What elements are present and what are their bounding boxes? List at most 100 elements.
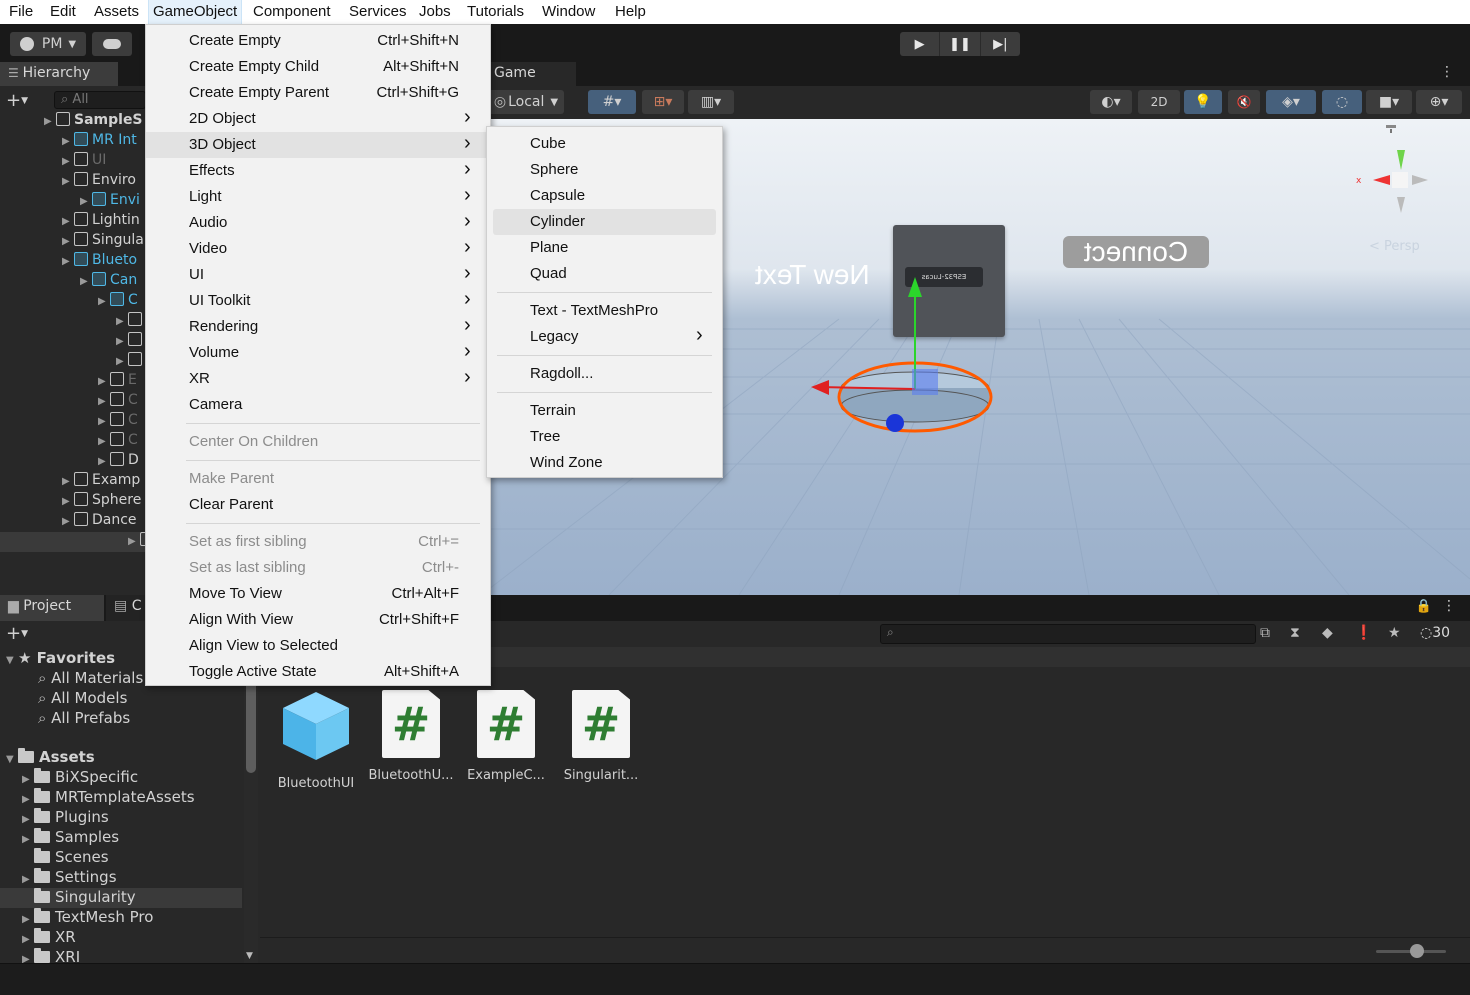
chevron-icon[interactable]: ▶: [128, 536, 140, 547]
menu-item-text-textmeshpro[interactable]: Text - TextMeshPro: [487, 298, 722, 324]
menu-item-xr[interactable]: XR ›: [146, 366, 490, 392]
warning-icon[interactable]: ❗: [1355, 625, 1372, 641]
chevron-icon[interactable]: ▶: [62, 496, 74, 507]
chevron-icon[interactable]: ▶: [62, 476, 74, 487]
hierarchy-item[interactable]: ▶ Sphere: [62, 492, 141, 512]
account-button[interactable]: PM ▼: [10, 32, 86, 56]
grid-snap-button[interactable]: #▾: [588, 90, 636, 114]
menu-item-audio[interactable]: Audio ›: [146, 210, 490, 236]
menu-item-legacy[interactable]: Legacy ›: [487, 324, 722, 350]
hierarchy-item[interactable]: ▶: [116, 352, 146, 372]
chevron-icon[interactable]: ▶: [62, 216, 74, 227]
menu-item-camera[interactable]: Camera: [146, 392, 490, 418]
increment-snap-button[interactable]: ⊞▾: [642, 90, 684, 114]
effects-toggle[interactable]: ◈▾: [1266, 90, 1316, 114]
hierarchy-item[interactable]: ▶ D: [98, 452, 139, 472]
script-asset[interactable]: # Singularit...: [556, 690, 646, 783]
tab-project[interactable]: ▆ Project: [0, 595, 104, 621]
menu-item-align-with-view[interactable]: Align With View Ctrl+Shift+F: [146, 607, 490, 633]
new-text-label[interactable]: New Text: [755, 259, 870, 291]
hierarchy-item[interactable]: ▶ SampleS: [44, 112, 143, 132]
create-asset-button[interactable]: +▼: [6, 623, 28, 644]
chevron-right-icon[interactable]: ▶: [22, 834, 34, 845]
chevron-right-icon[interactable]: ▶: [22, 774, 34, 785]
chevron-icon[interactable]: ▶: [62, 156, 74, 167]
chevron-right-icon[interactable]: ▶: [22, 814, 34, 825]
chevron-icon[interactable]: ▶: [98, 456, 110, 467]
menu-item-quad[interactable]: Quad: [487, 261, 722, 287]
script-asset[interactable]: # ExampleC...: [461, 690, 551, 783]
prefab-asset[interactable]: BluetoothUI: [271, 690, 361, 791]
menu-item-rendering[interactable]: Rendering ›: [146, 314, 490, 340]
chevron-icon[interactable]: ▶: [98, 376, 110, 387]
menu-assets[interactable]: Assets: [94, 3, 139, 20]
menu-item-tree[interactable]: Tree: [487, 424, 722, 450]
chevron-right-icon[interactable]: ▶: [22, 934, 34, 945]
hierarchy-item[interactable]: ▶ Singula: [62, 232, 144, 252]
menu-item-video[interactable]: Video ›: [146, 236, 490, 262]
project-search-input[interactable]: ⌕: [880, 624, 1256, 644]
chevron-icon[interactable]: ▶: [62, 176, 74, 187]
hierarchy-item[interactable]: ▶ C: [98, 392, 138, 412]
menu-item-move-to-view[interactable]: Move To View Ctrl+Alt+F: [146, 581, 490, 607]
chevron-icon[interactable]: ▶: [62, 256, 74, 267]
hierarchy-item[interactable]: ▶ E: [98, 372, 137, 392]
slider-handle[interactable]: [1410, 944, 1424, 958]
favorite-item[interactable]: ⌕ All Prefabs: [38, 709, 130, 729]
folder-item[interactable]: ▶ XR: [0, 928, 242, 948]
menu-item-capsule[interactable]: Capsule: [487, 183, 722, 209]
menu-item-plane[interactable]: Plane: [487, 235, 722, 261]
audio-toggle[interactable]: 🔇: [1228, 90, 1260, 114]
menu-item-terrain[interactable]: Terrain: [487, 398, 722, 424]
hierarchy-item[interactable]: ▶ C: [98, 292, 138, 312]
hierarchy-item[interactable]: ▶ Enviro: [62, 172, 136, 192]
hierarchy-item[interactable]: ▶ Can: [80, 272, 137, 292]
gizmos-dropdown[interactable]: ⊕▾: [1416, 90, 1462, 114]
chevron-icon[interactable]: ▶: [116, 316, 128, 327]
menu-item-light[interactable]: Light ›: [146, 184, 490, 210]
menu-services[interactable]: Services: [349, 3, 407, 20]
menu-item-ui-toolkit[interactable]: UI Toolkit ›: [146, 288, 490, 314]
folder-item[interactable]: ▶ BiXSpecific: [0, 768, 242, 788]
menu-item-volume[interactable]: Volume ›: [146, 340, 490, 366]
folder-item[interactable]: ▶ Samples: [0, 828, 242, 848]
chevron-icon[interactable]: ▶: [62, 136, 74, 147]
cloud-button[interactable]: [92, 32, 132, 56]
folder-item[interactable]: Scenes: [0, 848, 242, 868]
camera-dropdown[interactable]: ■▾: [1366, 90, 1412, 114]
menu-item-toggle-active-state[interactable]: Toggle Active State Alt+Shift+A: [146, 659, 490, 685]
hierarchy-item[interactable]: ▶ Dance: [62, 512, 137, 532]
chevron-icon[interactable]: ▶: [44, 116, 56, 127]
2d-toggle[interactable]: 2D: [1138, 90, 1180, 114]
ruler-button[interactable]: ▥▾: [688, 90, 734, 114]
menu-item-ragdoll[interactable]: Ragdoll...: [487, 361, 722, 387]
menu-jobs[interactable]: Jobs: [419, 3, 451, 20]
hierarchy-item[interactable]: ▶Cyli: [0, 532, 184, 552]
chevron-icon[interactable]: ▶: [98, 396, 110, 407]
menu-file[interactable]: File: [9, 3, 33, 20]
chevron-right-icon[interactable]: ▶: [22, 914, 34, 925]
more-options-icon[interactable]: ⋮: [1440, 64, 1454, 80]
visibility-toggle[interactable]: ◌: [1322, 90, 1362, 114]
menu-help[interactable]: Help: [615, 3, 646, 20]
chevron-icon[interactable]: ▶: [62, 236, 74, 247]
hierarchy-item[interactable]: ▶ Blueto: [62, 252, 137, 272]
menu-item-3d-object[interactable]: 3D Object ›: [146, 132, 490, 158]
scene-orientation-gizmo[interactable]: x: [1346, 125, 1466, 235]
menu-gameobject[interactable]: GameObject: [147, 0, 243, 25]
menu-item-cylinder[interactable]: Cylinder: [493, 209, 716, 235]
chevron-icon[interactable]: ▶: [116, 356, 128, 367]
menu-item-align-view-to-selected[interactable]: Align View to Selected: [146, 633, 490, 659]
assets-header[interactable]: ▼ Assets: [6, 748, 95, 768]
hierarchy-search-input[interactable]: ⌕ All: [54, 91, 146, 109]
more-options-icon[interactable]: ⋮: [1442, 598, 1456, 614]
tree-scrollbar[interactable]: ▼: [244, 647, 258, 963]
chevron-right-icon[interactable]: ▶: [22, 874, 34, 885]
scroll-down-icon[interactable]: ▼: [246, 951, 253, 961]
menu-item-cube[interactable]: Cube: [487, 131, 722, 157]
chevron-icon[interactable]: ▶: [98, 296, 110, 307]
filter-by-label-icon[interactable]: ◆: [1322, 625, 1333, 641]
favorite-item[interactable]: ⌕ All Models: [38, 689, 127, 709]
connect-button-object[interactable]: Connect: [1063, 236, 1209, 268]
chevron-icon[interactable]: ▶: [62, 516, 74, 527]
